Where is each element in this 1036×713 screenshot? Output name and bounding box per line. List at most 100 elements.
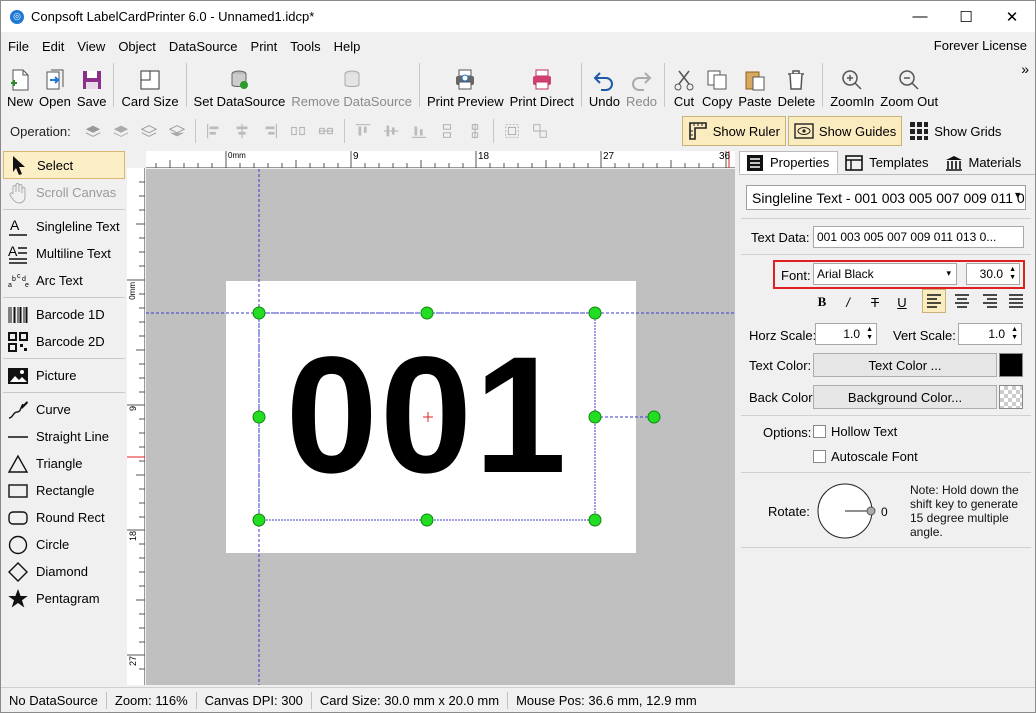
resize-handle[interactable] bbox=[420, 513, 434, 527]
resize-handle[interactable] bbox=[588, 513, 602, 527]
text-color-button[interactable]: Text Color ... bbox=[813, 353, 997, 377]
resize-handle[interactable] bbox=[588, 306, 602, 320]
menu-object[interactable]: Object bbox=[111, 39, 162, 54]
menu-edit[interactable]: Edit bbox=[35, 39, 70, 54]
tool-singleline-text[interactable]: A Singleline Text bbox=[3, 213, 125, 240]
new-button[interactable]: New bbox=[4, 61, 36, 109]
toolbar-overflow-icon[interactable]: » bbox=[1021, 61, 1029, 77]
align-right-icon[interactable] bbox=[260, 121, 280, 141]
rotate-handle[interactable] bbox=[647, 410, 661, 424]
vert-scale-stepper[interactable]: 1.0 ▲ ▼ bbox=[958, 323, 1022, 345]
bold-button[interactable]: B bbox=[811, 292, 833, 312]
design-canvas[interactable]: 001 bbox=[146, 169, 735, 685]
distribute-vertical-icon[interactable] bbox=[437, 121, 457, 141]
copy-button[interactable]: Copy bbox=[699, 61, 735, 109]
minimize-button[interactable]: — bbox=[897, 1, 943, 32]
resize-handle[interactable] bbox=[420, 306, 434, 320]
background-color-button[interactable]: Background Color... bbox=[813, 385, 997, 409]
hollow-text-checkbox[interactable]: Hollow Text bbox=[813, 424, 897, 439]
tool-picture[interactable]: Picture bbox=[3, 362, 125, 389]
align-center-text-button[interactable] bbox=[950, 289, 974, 313]
align-justify-text-button[interactable] bbox=[1004, 289, 1028, 313]
remove-datasource-button[interactable]: Remove DataSource bbox=[288, 61, 415, 109]
tool-diamond[interactable]: Diamond bbox=[3, 558, 125, 585]
tool-pentagram[interactable]: Pentagram bbox=[3, 585, 125, 612]
text-color-swatch[interactable] bbox=[999, 353, 1023, 377]
menu-tools[interactable]: Tools bbox=[283, 39, 326, 54]
align-top-icon[interactable] bbox=[353, 121, 373, 141]
menu-file[interactable]: File bbox=[1, 39, 35, 54]
delete-button[interactable]: Delete bbox=[775, 61, 819, 109]
tool-curve[interactable]: Curve bbox=[3, 396, 125, 423]
distribute-horizontal-icon[interactable] bbox=[288, 121, 308, 141]
align-left-icon[interactable] bbox=[204, 121, 224, 141]
send-back-icon[interactable] bbox=[167, 121, 187, 141]
set-datasource-button[interactable]: Set DataSource bbox=[191, 61, 289, 109]
tool-scroll-canvas[interactable]: Scroll Canvas bbox=[3, 179, 125, 206]
align-middle-icon[interactable] bbox=[381, 121, 401, 141]
transparent-color-swatch[interactable] bbox=[999, 385, 1023, 409]
tool-arc-text[interactable]: abcde Arc Text bbox=[3, 267, 125, 294]
zoom-in-button[interactable]: ZoomIn bbox=[827, 61, 877, 109]
ungroup-icon[interactable] bbox=[530, 121, 550, 141]
save-button[interactable]: Save bbox=[74, 61, 110, 109]
strikethrough-button[interactable]: T bbox=[864, 292, 886, 312]
tool-rectangle[interactable]: Rectangle bbox=[3, 477, 125, 504]
resize-handle[interactable] bbox=[252, 513, 266, 527]
tab-properties[interactable]: Properties bbox=[739, 151, 839, 174]
vertical-ruler[interactable]: 0mm 9 18 27 bbox=[127, 168, 145, 685]
tool-select[interactable]: Select bbox=[3, 151, 125, 179]
operation-label: Operation: bbox=[10, 123, 71, 139]
show-guides-toggle[interactable]: Show Guides bbox=[787, 116, 903, 146]
tool-barcode-1d[interactable]: Barcode 1D bbox=[3, 301, 125, 328]
open-button[interactable]: Open bbox=[36, 61, 74, 109]
show-grids-toggle[interactable]: Show Grids bbox=[904, 116, 1006, 146]
resize-handle[interactable] bbox=[588, 410, 602, 424]
menu-help[interactable]: Help bbox=[327, 39, 367, 54]
align-center-icon[interactable] bbox=[232, 121, 252, 141]
tool-multiline-text[interactable]: A Multiline Text bbox=[3, 240, 125, 267]
group-icon[interactable] bbox=[502, 121, 522, 141]
horz-scale-stepper[interactable]: 1.0 ▲ ▼ bbox=[815, 323, 877, 345]
autoscale-font-checkbox[interactable]: Autoscale Font bbox=[813, 449, 918, 464]
bring-forward-icon[interactable] bbox=[111, 121, 131, 141]
menu-view[interactable]: View bbox=[70, 39, 111, 54]
align-right-text-button[interactable] bbox=[978, 289, 1002, 313]
menu-datasource[interactable]: DataSource bbox=[162, 39, 244, 54]
send-backward-icon[interactable] bbox=[139, 121, 159, 141]
print-preview-button[interactable]: Print Preview bbox=[424, 61, 507, 109]
redo-button[interactable]: Redo bbox=[623, 61, 660, 109]
menu-print[interactable]: Print bbox=[244, 39, 284, 54]
same-width-icon[interactable] bbox=[316, 121, 336, 141]
underline-button[interactable]: U bbox=[891, 292, 913, 312]
align-bottom-icon[interactable] bbox=[409, 121, 429, 141]
tab-materials[interactable]: Materials bbox=[938, 151, 1031, 174]
tool-circle[interactable]: Circle bbox=[3, 531, 125, 558]
resize-handle[interactable] bbox=[252, 306, 266, 320]
card-size-button[interactable]: Card Size bbox=[118, 61, 181, 109]
bring-front-icon[interactable] bbox=[83, 121, 103, 141]
text-data-field[interactable]: 001 003 005 007 009 011 013 0... bbox=[813, 226, 1024, 248]
svg-text:b: b bbox=[12, 276, 16, 283]
font-size-stepper[interactable]: 30.0 ▲ ▼ bbox=[966, 263, 1020, 285]
show-ruler-toggle[interactable]: Show Ruler bbox=[681, 116, 786, 146]
undo-button[interactable]: Undo bbox=[586, 61, 623, 109]
print-direct-button[interactable]: Print Direct bbox=[507, 61, 577, 109]
same-height-icon[interactable] bbox=[465, 121, 485, 141]
object-selector[interactable]: Singleline Text - 001 003 005 007 009 01… bbox=[746, 185, 1026, 210]
zoom-out-button[interactable]: Zoom Out bbox=[877, 61, 941, 109]
resize-handle[interactable] bbox=[252, 410, 266, 424]
cut-button[interactable]: Cut bbox=[669, 61, 699, 109]
close-button[interactable]: ✕ bbox=[989, 1, 1035, 32]
tool-round-rect[interactable]: Round Rect bbox=[3, 504, 125, 531]
align-left-text-button[interactable] bbox=[922, 289, 946, 313]
italic-button[interactable]: / bbox=[837, 292, 859, 312]
font-select[interactable]: Arial Black ▾ bbox=[813, 263, 957, 285]
horizontal-ruler[interactable]: 0mm 9 18 27 36 bbox=[146, 151, 735, 168]
tab-templates[interactable]: Templates bbox=[838, 151, 937, 174]
tool-barcode-2d[interactable]: Barcode 2D bbox=[3, 328, 125, 355]
maximize-button[interactable]: ☐ bbox=[943, 1, 989, 32]
tool-triangle[interactable]: Triangle bbox=[3, 450, 125, 477]
paste-button[interactable]: Paste bbox=[735, 61, 774, 109]
tool-straight-line[interactable]: Straight Line bbox=[3, 423, 125, 450]
